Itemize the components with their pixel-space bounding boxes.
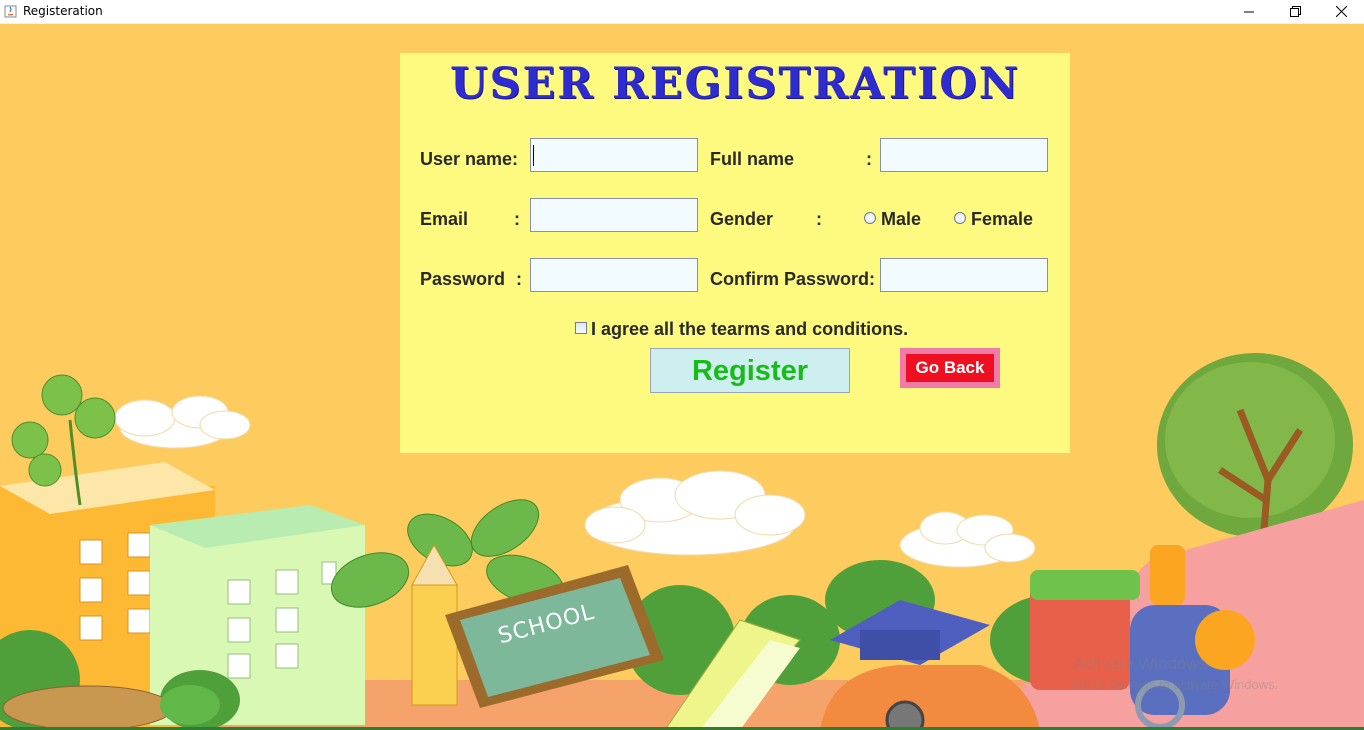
password-colon: : bbox=[516, 269, 522, 289]
activate-windows-watermark: Activate Windows bbox=[1073, 654, 1208, 673]
close-icon bbox=[1335, 6, 1347, 17]
register-button[interactable]: Register bbox=[650, 348, 850, 393]
gender-female-label[interactable]: Female bbox=[971, 209, 1033, 230]
fullname-label: Full name bbox=[710, 149, 795, 169]
close-button[interactable] bbox=[1318, 0, 1364, 23]
form-title: USER REGISTRATION bbox=[449, 59, 1021, 109]
registration-panel: USER REGISTRATION bbox=[400, 53, 1070, 453]
tree-stump bbox=[2, 685, 174, 730]
window-title: Registeration bbox=[23, 4, 103, 18]
email-input[interactable] bbox=[530, 198, 698, 232]
username-label: User name: bbox=[420, 149, 519, 169]
confirm-password-label: Confirm Password: bbox=[710, 269, 876, 289]
cloud-center bbox=[584, 470, 806, 556]
restore-button[interactable] bbox=[1272, 0, 1318, 23]
gender-male-radio[interactable] bbox=[864, 212, 876, 224]
window-title-bar: Registeration bbox=[0, 0, 1364, 24]
restore-icon bbox=[1289, 6, 1301, 17]
text-cursor bbox=[533, 145, 534, 166]
email-label: Email bbox=[420, 209, 469, 229]
go-back-label: Go Back bbox=[906, 354, 994, 382]
minimize-button[interactable] bbox=[1226, 0, 1272, 23]
leaf-bottom bbox=[160, 685, 220, 725]
confirm-password-input[interactable] bbox=[880, 258, 1048, 292]
password-label: Password bbox=[420, 269, 506, 289]
toy-car bbox=[820, 665, 1040, 730]
minimize-icon bbox=[1244, 11, 1254, 12]
password-input[interactable] bbox=[530, 258, 698, 292]
cloud-right bbox=[899, 511, 1036, 568]
activate-windows-hint: Go to Settings to activate Windows. bbox=[1073, 677, 1279, 692]
fullname-input[interactable] bbox=[880, 138, 1048, 172]
gender-male-label[interactable]: Male bbox=[881, 209, 921, 230]
terms-label[interactable]: I agree all the tearms and conditions. bbox=[591, 319, 908, 340]
fullname-colon: : bbox=[866, 149, 872, 169]
java-app-icon bbox=[4, 5, 17, 18]
go-back-button[interactable]: Go Back bbox=[900, 348, 1000, 388]
username-input[interactable] bbox=[530, 138, 698, 172]
gender-female-radio[interactable] bbox=[954, 212, 966, 224]
gender-colon: : bbox=[816, 209, 822, 229]
cloud-left bbox=[114, 395, 251, 449]
gender-label: Gender bbox=[710, 209, 774, 229]
email-colon: : bbox=[514, 209, 520, 229]
terms-checkbox[interactable] bbox=[575, 322, 587, 334]
